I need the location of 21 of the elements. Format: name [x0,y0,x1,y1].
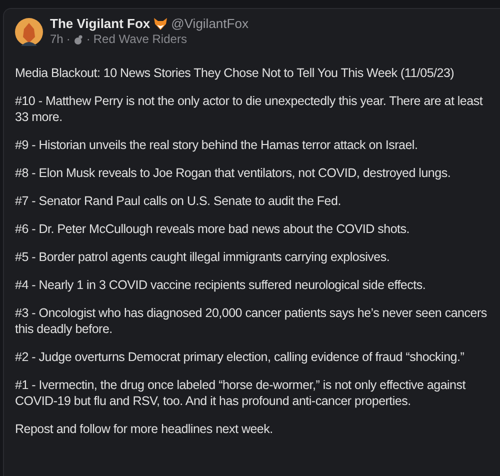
separator-dot: · [66,32,70,47]
post-paragraph: #3 - Oncologist who has diagnosed 20,000 cancer patients says he’s never seen cancers this deadly before. [15,305,488,337]
community-icon [73,34,84,44]
author-name[interactable]: The Vigilant Fox [50,16,150,32]
post-time: 7h [50,32,64,47]
post-paragraph: #10 - Matthew Perry is not the only actor to die unexpectedly this year. There are at least 33 more. [15,93,484,125]
post-paragraph: #9 - Historian unveils the real story behind the Hamas terror attack on Israel. [15,137,419,153]
post-paragraph: Media Blackout: 10 News Stories They Chose Not to Tell You This Week (11/05/23) [15,65,456,81]
post-paragraph: #8 - Elon Musk reveals to Joe Rogan that ventilators, not COVID, destroyed lungs. [15,165,452,181]
post-paragraph: #4 - Nearly 1 in 3 COVID vaccine recipients suffered neurological side effects. [15,277,427,293]
post-paragraph: #7 - Senator Rand Paul calls on U.S. Senate to audit the Fed. [15,193,342,209]
separator-dot: · [86,32,90,47]
author-handle[interactable]: @VigilantFox [171,16,248,32]
post-paragraph: #5 - Border patrol agents caught illegal immigrants carrying explosives. [15,249,391,265]
post-paragraph: #1 - Ivermectin, the drug once labeled “horse de-wormer,” is not only effective against COVID-19 but flu and RSV, too. And it has profound anti-cancer properties. [15,377,467,409]
post-paragraph: Repost and follow for more headlines next week. [15,421,274,437]
avatar-icon[interactable] [15,18,43,46]
post-paragraph: #2 - Judge overturns Democrat primary election, calling evidence of fraud “shocking.” [15,349,466,365]
community-name[interactable]: Red Wave Riders [93,32,187,47]
post-paragraph: #6 - Dr. Peter McCullough reveals more bad news about the COVID shots. [15,221,410,237]
fox-icon [154,18,168,30]
